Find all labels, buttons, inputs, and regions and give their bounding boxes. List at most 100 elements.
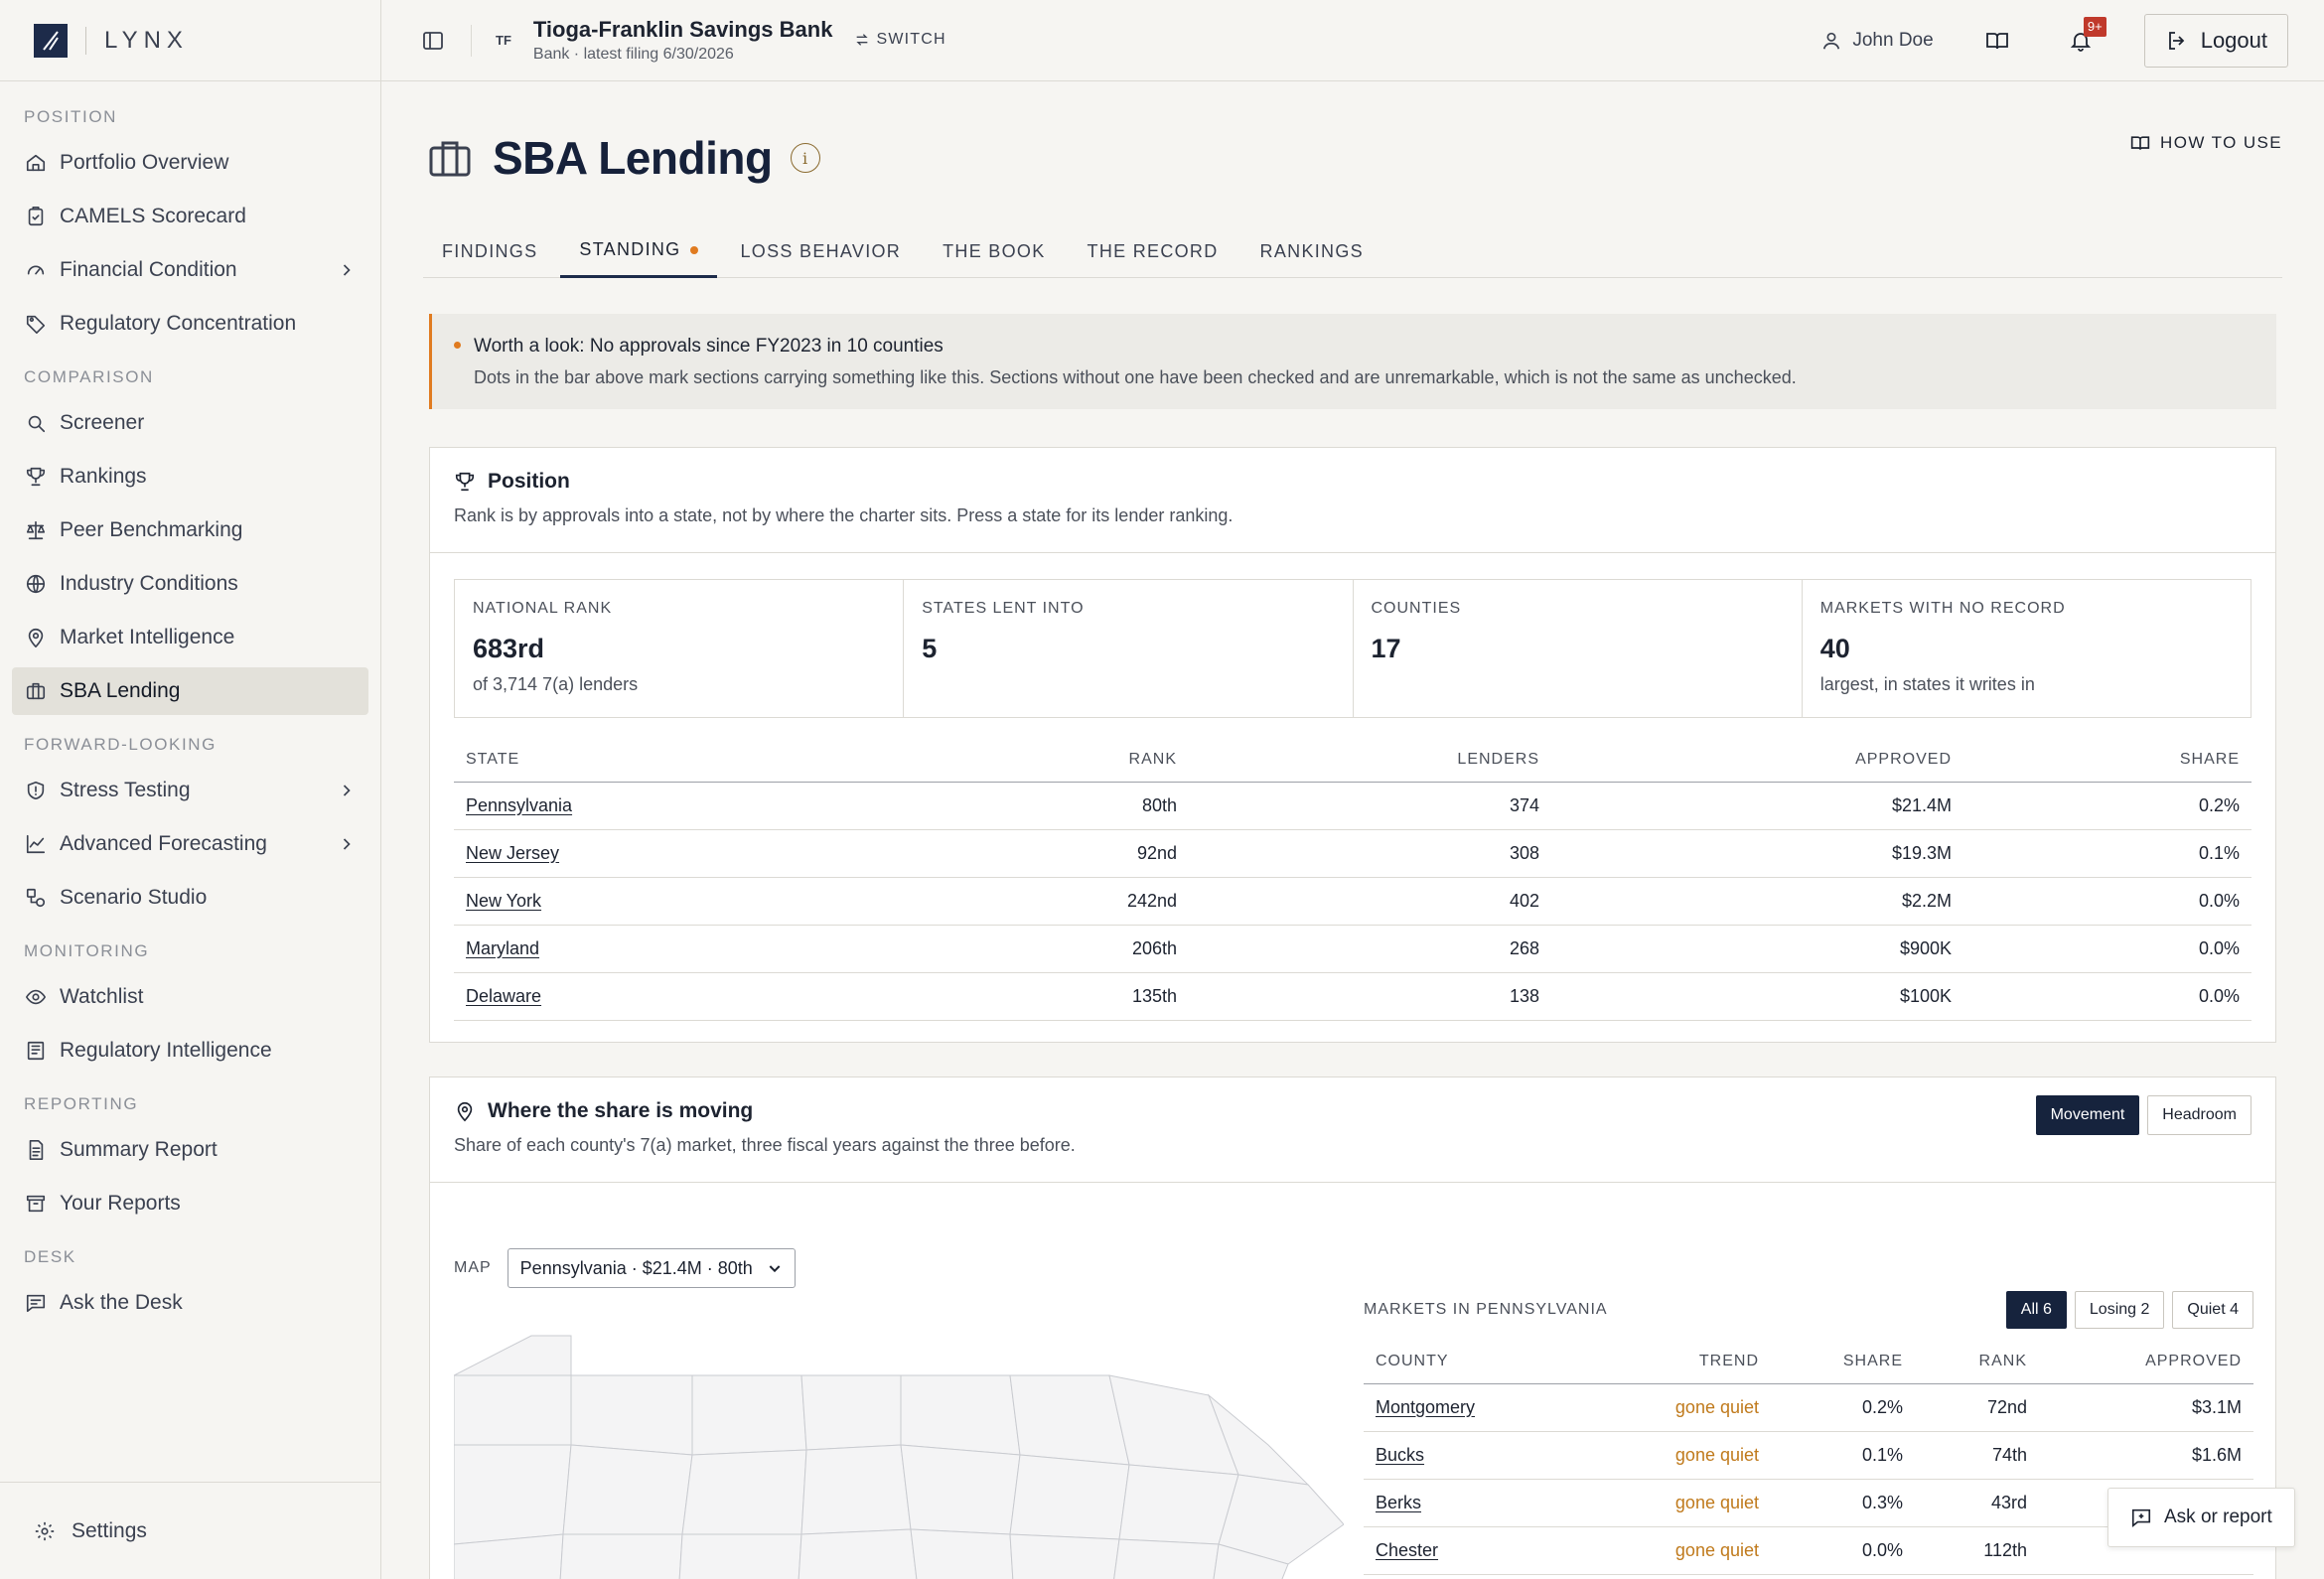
market-filter-quiet-4[interactable]: Quiet 4	[2172, 1291, 2253, 1329]
movement-card: Where the share is moving Share of each …	[429, 1077, 2276, 1579]
how-to-use-button[interactable]: HOW TO USE	[2130, 133, 2282, 153]
tab-label: THE RECORD	[1087, 240, 1219, 261]
sidebar-item-industry-conditions[interactable]: Industry Conditions	[12, 560, 368, 608]
topbar: TF Tioga-Franklin Savings Bank Bank · la…	[381, 0, 2324, 81]
state-link[interactable]: Maryland	[466, 938, 539, 958]
share-cell: 0.2%	[1771, 1383, 1915, 1432]
movement-title: Where the share is moving	[454, 1099, 2251, 1123]
rank-cell: 92nd	[911, 829, 1189, 878]
main-content: SBA Lending i HOW TO USE FINDINGS STANDIN…	[381, 81, 2324, 1579]
tab-standing[interactable]: STANDING	[560, 224, 718, 278]
tab-findings[interactable]: FINDINGS	[423, 224, 556, 278]
sidebar-item-rankings[interactable]: Rankings	[12, 453, 368, 501]
county-link[interactable]: Montgomery	[1376, 1397, 1475, 1417]
sidebar-item-regulatory-intelligence[interactable]: Regulatory Intelligence	[12, 1027, 368, 1075]
state-link[interactable]: New Jersey	[466, 843, 559, 863]
county-map[interactable]	[454, 1316, 1344, 1579]
stat-value: 40	[1819, 634, 1850, 663]
column-header-lenders: LENDERS	[1189, 738, 1551, 783]
state-link[interactable]: Pennsylvania	[466, 795, 572, 815]
state-link[interactable]: Delaware	[466, 986, 541, 1006]
column-header-approved: APPROVED	[2039, 1340, 2253, 1384]
briefcase-icon	[429, 139, 471, 177]
tab-label: LOSS BEHAVIOR	[740, 240, 902, 261]
sidebar-item-summary-report[interactable]: Summary Report	[12, 1126, 368, 1174]
chevron-right-icon	[337, 260, 357, 280]
lynx-logo-icon	[34, 23, 68, 58]
rank-cell: 206th	[911, 925, 1189, 973]
globe-icon	[24, 572, 48, 596]
briefcase-icon	[24, 679, 48, 703]
sidebar-item-ask-the-desk[interactable]: Ask the Desk	[12, 1279, 368, 1327]
switch-bank-button[interactable]: SWITCH	[854, 31, 945, 49]
table-row: Bucks gone quiet 0.1% 74th $1.6M	[1364, 1431, 2253, 1480]
shield-icon	[24, 779, 48, 802]
stat-value: 683rd	[473, 634, 545, 663]
map-pin-icon	[457, 1101, 473, 1122]
position-title: Position	[454, 470, 2251, 494]
state-link[interactable]: New York	[466, 891, 541, 911]
stat-note: largest, in states it writes in	[1819, 674, 2035, 694]
notification-count-badge: 9+	[2083, 16, 2106, 37]
rank-cell: 74th	[1915, 1431, 2039, 1480]
column-header-rank: RANK	[1915, 1340, 2039, 1384]
sidebar-item-watchlist[interactable]: Watchlist	[12, 973, 368, 1021]
bank-name: Tioga-Franklin Savings Bank	[532, 17, 833, 42]
nav-section-forward-looking: FORWARD-LOOKING	[24, 735, 218, 754]
sidebar-item-label: Screener	[60, 411, 145, 434]
notifications-button[interactable]: 9+	[2061, 16, 2106, 61]
sidebar-toggle-icon[interactable]	[421, 29, 445, 53]
topbar-divider	[471, 24, 472, 57]
view-toggle-movement[interactable]: Movement	[2035, 1095, 2140, 1135]
county-link[interactable]: Chester	[1376, 1540, 1438, 1560]
sidebar-item-regulatory-concentration[interactable]: Regulatory Concentration	[12, 300, 368, 348]
settings-link[interactable]: Settings	[0, 1482, 381, 1579]
trophy-icon	[455, 472, 475, 492]
docs-button[interactable]	[1977, 21, 2017, 61]
logout-button[interactable]: Logout	[2143, 13, 2288, 68]
market-filter-losing-2[interactable]: Losing 2	[2074, 1291, 2165, 1329]
user-menu[interactable]: John Doe	[1820, 30, 1934, 52]
sidebar-item-advanced-forecasting[interactable]: Advanced Forecasting	[12, 820, 368, 868]
brand[interactable]: LYNX	[0, 0, 380, 81]
sidebar-item-portfolio-overview[interactable]: Portfolio Overview	[12, 139, 368, 187]
county-link[interactable]: Bucks	[1376, 1445, 1424, 1465]
search-icon	[24, 411, 48, 435]
market-filter-all-6[interactable]: All 6	[2005, 1291, 2067, 1329]
alert-title: Worth a look: No approvals since FY2023 …	[474, 336, 944, 357]
sidebar-item-your-reports[interactable]: Your Reports	[12, 1180, 368, 1227]
ask-or-report-button[interactable]: Ask or report	[2107, 1488, 2295, 1547]
sidebar-item-screener[interactable]: Screener	[12, 399, 368, 447]
how-to-use-label: HOW TO USE	[2160, 133, 2282, 152]
tab-the-record[interactable]: THE RECORD	[1069, 224, 1237, 278]
tab-loss-behavior[interactable]: LOSS BEHAVIOR	[721, 224, 920, 278]
info-icon[interactable]: i	[790, 143, 820, 173]
approved-cell: $100K	[1551, 972, 1963, 1021]
switch-label: SWITCH	[876, 30, 946, 48]
sidebar-item-camels-scorecard[interactable]: CAMELS Scorecard	[12, 193, 368, 240]
stat-label: NATIONAL RANK	[473, 600, 613, 617]
pennsylvania-county-map[interactable]	[454, 1316, 1344, 1579]
page-title: SBA Lending	[493, 132, 773, 184]
stat-label: STATES LENT INTO	[922, 600, 1085, 617]
share-cell: 0.1%	[1771, 1431, 1915, 1480]
sidebar-item-stress-testing[interactable]: Stress Testing	[12, 767, 368, 814]
tab-rankings[interactable]: RANKINGS	[1241, 224, 1382, 278]
sidebar-item-scenario-studio[interactable]: Scenario Studio	[12, 874, 368, 922]
sidebar-item-peer-benchmarking[interactable]: Peer Benchmarking	[12, 506, 368, 554]
tab-label: STANDING	[579, 239, 681, 259]
sidebar-item-market-intelligence[interactable]: Market Intelligence	[12, 614, 368, 661]
sidebar-item-sba-lending[interactable]: SBA Lending	[12, 667, 368, 715]
map-state-select[interactable]: Pennsylvania · $21.4M · 80th	[507, 1248, 796, 1288]
sidebar-item-label: Portfolio Overview	[60, 151, 229, 174]
movement-subtitle: Share of each county's 7(a) market, thre…	[454, 1135, 1076, 1155]
sidebar-item-label: Your Reports	[60, 1192, 181, 1215]
nav-section-desk: DESK	[24, 1247, 76, 1266]
line-chart-icon	[24, 832, 48, 856]
tab-the-book[interactable]: THE BOOK	[924, 224, 1064, 278]
approved-cell: $2.2M	[1551, 877, 1963, 926]
view-toggle-headroom[interactable]: Headroom	[2147, 1095, 2251, 1135]
county-link[interactable]: Berks	[1376, 1493, 1421, 1512]
column-header-state: STATE	[454, 738, 911, 783]
sidebar-item-financial-condition[interactable]: Financial Condition	[12, 246, 368, 294]
